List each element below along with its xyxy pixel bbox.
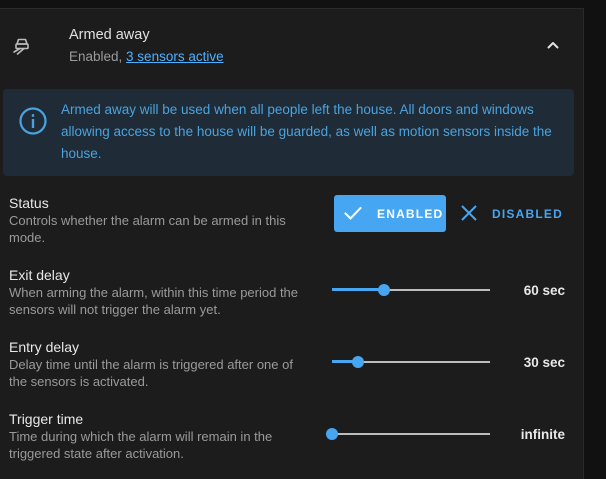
setting-value: infinite [520,427,565,442]
chevron-up-icon[interactable] [541,33,565,57]
disabled-button[interactable]: DISABLED [458,195,568,232]
car-leaving-icon [10,33,34,57]
slider-thumb[interactable] [352,356,365,368]
mode-header[interactable]: Armed away Enabled, 3 sensors active [0,9,583,75]
slider-fill [332,288,385,291]
exit-delay-slider[interactable] [332,283,490,297]
sensors-active-link[interactable]: 3 sensors active [126,49,224,64]
slider-thumb[interactable] [378,284,391,296]
info-text: Armed away will be used when all people … [61,102,552,161]
setting-value: 30 sec [523,355,565,370]
status-label: Status [9,195,49,211]
mode-status-text: Enabled, [69,49,127,64]
setting-label: Trigger time [9,411,84,427]
enabled-button-label: ENABLED [377,207,444,221]
setting-label: Exit delay [9,267,70,283]
setting-value: 60 sec [523,283,565,298]
mode-subtitle: Enabled, 3 sensors active [69,49,224,64]
info-alert: Armed away will be used when all people … [3,89,574,176]
setting-description: When arming the alarm, within this time … [9,285,299,317]
status-description: Controls whether the alarm can be armed … [9,213,286,245]
entry-delay-slider[interactable] [332,355,490,369]
armed-away-card: Armed away Enabled, 3 sensors active Arm… [0,8,584,479]
info-circle-icon [18,106,48,136]
disabled-button-label: DISABLED [492,207,563,221]
trigger-time-slider[interactable] [326,427,490,441]
close-icon [460,204,478,222]
enabled-button[interactable]: ENABLED [334,195,446,232]
setting-description: Time during which the alarm will remain … [9,429,273,461]
slider-track [332,433,490,435]
check-icon [343,203,363,223]
slider-thumb[interactable] [326,428,338,440]
setting-label: Entry delay [9,339,80,355]
setting-description: Delay time until the alarm is triggered … [9,357,293,389]
mode-title: Armed away [69,27,150,43]
